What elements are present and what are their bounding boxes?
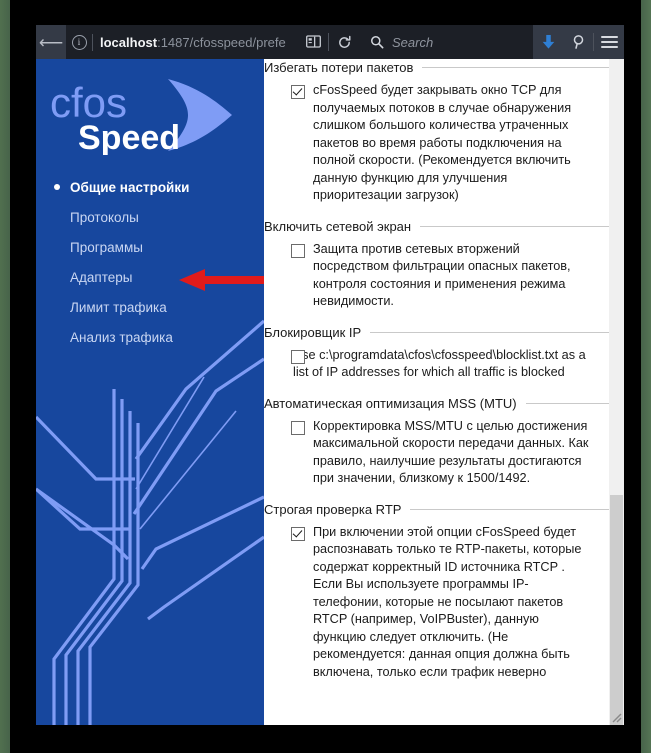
url-divider (92, 33, 93, 51)
section-header: Включить сетевой экран (264, 219, 609, 234)
option-row[interactable]: Use c:\programdata\cfos\cfosspeed\blockl… (291, 347, 609, 382)
section-packet-loss: Избегать потери пакетов cFosSpeed будет … (264, 60, 609, 205)
sidebar-item-label: Анализ трафика (70, 329, 173, 345)
magnifier-icon (573, 35, 583, 49)
browser-window: ⟵ i localhost:1487/cfosspeed/prefe Searc… (36, 25, 624, 725)
menu-button[interactable] (594, 25, 624, 59)
section-title: Строгая проверка RTP (264, 501, 402, 517)
reload-button[interactable] (329, 25, 359, 59)
sidebar-item-label: Программы (70, 239, 143, 255)
site-info-button[interactable]: i (66, 34, 92, 50)
sidebar-item-label: Общие настройки (70, 179, 190, 195)
reader-view-icon (305, 35, 321, 48)
sidebar-item-label: Протоколы (70, 209, 139, 225)
url-text: localhost:1487/cfosspeed/prefe (100, 35, 286, 50)
checkbox-unchecked-icon[interactable] (291, 349, 305, 364)
section-ip-blocker: Блокировщик IP Use c:\programdata\cfos\c… (264, 325, 609, 382)
reader-view-button[interactable] (298, 25, 328, 59)
search-placeholder: Search (392, 34, 434, 50)
section-title: Включить сетевой экран (264, 218, 412, 234)
section-firewall: Включить сетевой экран Защита против сет… (264, 219, 609, 311)
back-button[interactable]: ⟵ (36, 25, 66, 59)
option-label: При включении этой опции cFosSpeed будет… (313, 524, 582, 679)
toolbar-actions (298, 25, 359, 59)
search-bar[interactable]: Search (359, 25, 533, 59)
resize-grip-icon[interactable] (612, 713, 622, 723)
annotation-arrow-icon (179, 269, 264, 291)
section-rtp-check: Строгая проверка RTP При включении этой … (264, 502, 609, 682)
option-label: Защита против сетевых вторжений посредст… (313, 241, 571, 309)
settings-content: Избегать потери пакетов cFosSpeed будет … (264, 59, 624, 725)
option-row[interactable]: Корректировка MSS/MTU с целью достижения… (291, 418, 609, 488)
option-label: cFosSpeed будет закрывать окно TCP для п… (313, 83, 572, 202)
sidebar: cfos Speed Общие настройки Протоколы Про… (36, 59, 264, 725)
settings-sections: Избегать потери пакетов cFosSpeed будет … (264, 59, 609, 681)
section-header: Автоматическая оптимизация MSS (MTU) (264, 396, 609, 411)
downloads-button[interactable] (533, 25, 563, 59)
info-circle-icon: i (71, 34, 87, 50)
sidebar-circuit-pattern (36, 319, 264, 725)
search-icon (371, 36, 384, 49)
page-body: cfos Speed Общие настройки Протоколы Про… (36, 59, 624, 725)
scrollbar-thumb[interactable] (610, 495, 623, 725)
section-header: Строгая проверка RTP (264, 502, 609, 517)
checkbox-checked-icon[interactable] (291, 526, 305, 541)
desktop-right-strip (641, 0, 651, 753)
toolbar-right-actions (533, 25, 624, 59)
cfosspeed-logo: cfos Speed (50, 79, 232, 155)
bullet-placeholder-icon (54, 274, 60, 280)
option-label: Корректировка MSS/MTU с целью достижения… (313, 418, 589, 486)
section-header: Избегать потери пакетов (264, 60, 609, 75)
scrollbar-track[interactable] (609, 59, 624, 725)
logo-text-speed: Speed (78, 119, 180, 155)
sidebar-item-traffic-analysis[interactable]: Анализ трафика (36, 322, 264, 352)
section-header: Блокировщик IP (264, 325, 609, 340)
section-mss-mtu: Автоматическая оптимизация MSS (MTU) Кор… (264, 396, 609, 488)
back-arrow-icon: ⟵ (38, 32, 64, 52)
sidebar-item-protocols[interactable]: Протоколы (36, 202, 264, 232)
find-button[interactable] (563, 25, 593, 59)
sidebar-item-programs[interactable]: Программы (36, 232, 264, 262)
bullet-placeholder-icon (54, 244, 60, 250)
checkbox-checked-icon[interactable] (291, 85, 305, 99)
sidebar-item-traffic-limit[interactable]: Лимит трафика (36, 292, 264, 322)
download-arrow-icon (542, 34, 554, 49)
hamburger-menu-icon (600, 33, 618, 51)
section-title: Блокировщик IP (264, 324, 362, 340)
section-rule (525, 402, 609, 404)
bullet-placeholder-icon (54, 334, 60, 340)
bullet-placeholder-icon (54, 304, 60, 310)
url-path: :1487/cfosspeed/prefe (157, 34, 286, 50)
option-row[interactable]: Защита против сетевых вторжений посредст… (291, 241, 609, 311)
url-host: localhost (100, 34, 158, 50)
desktop-left-strip (0, 0, 10, 753)
browser-toolbar: ⟵ i localhost:1487/cfosspeed/prefe Searc… (36, 25, 624, 59)
bullet-icon (54, 184, 60, 190)
option-label: Use c:\programdata\cfos\cfosspeed\blockl… (293, 347, 586, 380)
section-rule (370, 331, 609, 333)
sidebar-item-label: Лимит трафика (70, 299, 167, 315)
option-row[interactable]: При включении этой опции cFosSpeed будет… (291, 524, 609, 682)
section-rule (410, 508, 609, 510)
bullet-placeholder-icon (54, 214, 60, 220)
sidebar-item-label: Адаптеры (70, 269, 133, 285)
section-title: Автоматическая оптимизация MSS (MTU) (264, 395, 517, 411)
section-title: Избегать потери пакетов (264, 60, 414, 75)
url-bar[interactable]: i localhost:1487/cfosspeed/prefe (66, 25, 298, 59)
section-rule (420, 225, 609, 227)
checkbox-unchecked-icon[interactable] (291, 243, 305, 258)
checkbox-unchecked-icon[interactable] (291, 420, 305, 435)
sidebar-nav: Общие настройки Протоколы Программы Адап… (36, 172, 264, 352)
option-row[interactable]: cFosSpeed будет закрывать окно TCP для п… (291, 82, 609, 205)
reload-icon (338, 35, 350, 48)
sidebar-item-general[interactable]: Общие настройки (36, 172, 264, 202)
section-rule (422, 67, 609, 68)
